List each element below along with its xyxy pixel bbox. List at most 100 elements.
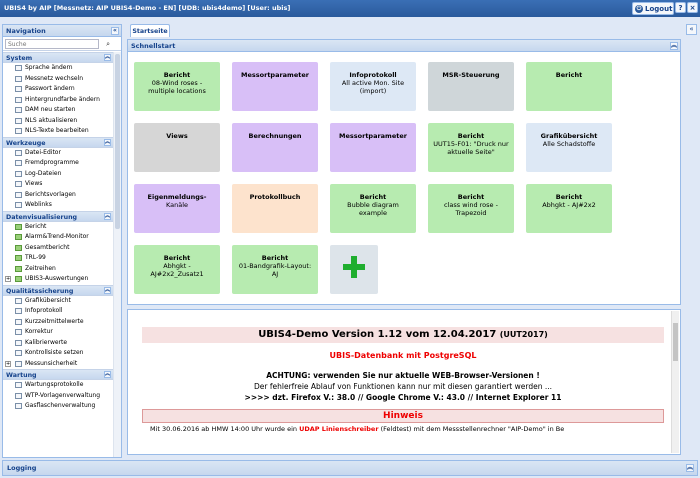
nav-item[interactable]: Zeitreihen xyxy=(3,264,113,275)
info-scrollbar-thumb[interactable] xyxy=(673,323,678,361)
quickstart-tile[interactable]: Messortparameter xyxy=(330,123,416,172)
document-icon xyxy=(15,297,22,304)
nav-item[interactable]: Berichtsvorlagen xyxy=(3,190,113,201)
nav-item[interactable]: Bericht xyxy=(3,222,113,233)
document-icon xyxy=(15,392,22,399)
nav-group-2[interactable]: Datenvisualisierung ︽ xyxy=(3,210,113,222)
collapse-up-icon[interactable]: ︽ xyxy=(670,42,678,50)
collapse-group-icon[interactable]: ︽ xyxy=(104,138,111,146)
expand-icon[interactable]: + xyxy=(5,276,11,282)
quickstart-tile[interactable]: Bericht Bubble diagram example xyxy=(330,184,416,233)
collapse-group-icon[interactable]: ︽ xyxy=(104,212,111,220)
nav-item[interactable]: Wartungsprotokolle xyxy=(3,380,113,391)
warning-line-1: ACHTUNG: verwenden Sie nur aktuelle WEB-… xyxy=(266,371,540,380)
nav-item[interactable]: Sprache ändern xyxy=(3,63,113,74)
nav-item[interactable]: + UBIS3-Auswertungen xyxy=(3,274,113,285)
nav-item[interactable]: Gasflaschenverwaltung xyxy=(3,401,113,412)
nav-item-label: Kontrollsiste setzen xyxy=(25,349,84,356)
quickstart-tile[interactable]: Grafikübersicht Alle Schadstoffe xyxy=(526,123,612,172)
nav-group-0[interactable]: System ︽ xyxy=(3,52,113,63)
scrollbar-thumb[interactable] xyxy=(115,54,120,229)
nav-item[interactable]: DAM neu starten xyxy=(3,105,113,116)
tab-startseite[interactable]: Startseite xyxy=(130,24,170,37)
add-tile-button[interactable] xyxy=(330,245,378,294)
nav-group-3[interactable]: Qualitätssicherung ︽ xyxy=(3,284,113,296)
tile-subtitle: Bubble diagram xyxy=(347,201,399,209)
nav-item[interactable]: Fremdprogramme xyxy=(3,158,113,169)
nav-item[interactable]: Messnetz wechseln xyxy=(3,74,113,85)
nav-item[interactable]: Infoprotokoll xyxy=(3,306,113,317)
nav-item-label: Datei-Editor xyxy=(25,148,61,156)
search-icon[interactable]: ⌕ xyxy=(106,40,110,49)
document-icon xyxy=(15,265,22,272)
nav-item[interactable]: Views xyxy=(3,179,113,190)
document-icon xyxy=(15,117,22,124)
quickstart-tile[interactable]: Bericht Abhgkt - AJ#2x2 xyxy=(526,184,612,233)
quickstart-tile[interactable]: Bericht 08-Wind roses - multiple locations xyxy=(134,62,220,111)
app-title: UBIS4 by AIP [Messnetz: AIP UBIS4-Demo -… xyxy=(4,4,291,12)
nav-group-4[interactable]: Wartung ︽ xyxy=(3,369,113,380)
tile-title: Grafikübersicht xyxy=(540,132,598,140)
nav-group-1[interactable]: Werkzeuge ︽ xyxy=(3,136,113,148)
tile-title: Berechnungen xyxy=(248,132,302,140)
nav-item[interactable]: Grafikübersicht xyxy=(3,296,113,307)
document-icon xyxy=(15,255,22,261)
nav-item[interactable]: Passwort ändern xyxy=(3,84,113,95)
tile-subtitle: (import) xyxy=(359,87,387,95)
nav-item[interactable]: Kurzzeitmittelwerte xyxy=(3,317,113,328)
nav-item[interactable]: Kalibrierwerte xyxy=(3,338,113,349)
navigation-scrollbar[interactable] xyxy=(113,52,121,457)
quickstart-tile[interactable]: Messortparameter xyxy=(232,62,318,111)
collapse-group-icon[interactable]: ︽ xyxy=(104,54,111,61)
nav-item[interactable]: NLS aktualisieren xyxy=(3,116,113,127)
nav-item[interactable]: WTP-Vorlagenverwaltung xyxy=(3,391,113,402)
nav-item[interactable]: Hintergrundfarbe ändern xyxy=(3,95,113,106)
quickstart-tile[interactable]: MSR-Steuerung xyxy=(428,62,514,111)
nav-item[interactable]: Kontrollsiste setzen xyxy=(3,348,113,359)
document-icon xyxy=(15,96,22,103)
help-button[interactable]: ? xyxy=(675,2,686,13)
info-scrollbar[interactable] xyxy=(671,311,679,453)
power-icon: ⏻ xyxy=(635,4,643,13)
collapse-left-icon[interactable]: « xyxy=(111,27,119,35)
quickstart-tile[interactable]: Eigenmeldungs- Kanäle xyxy=(134,184,220,233)
nav-item[interactable]: Alarm&Trend-Monitor xyxy=(3,232,113,243)
close-button[interactable]: × xyxy=(687,2,698,13)
quickstart-tile[interactable]: Protokollbuch xyxy=(232,184,318,233)
quickstart-tile[interactable]: Bericht 01-Bandgrafik-Layout: AJ xyxy=(232,245,318,294)
collapse-group-icon[interactable]: ︽ xyxy=(104,286,111,294)
tile-subtitle: AJ#2x2_Zusatz1 xyxy=(150,270,204,278)
quickstart-tile[interactable]: Berechnungen xyxy=(232,123,318,172)
expand-up-icon[interactable]: ︽ xyxy=(686,464,694,472)
document-icon xyxy=(15,223,22,230)
nav-item[interactable]: Datei-Editor xyxy=(3,148,113,159)
collapse-right-icon[interactable]: « xyxy=(686,24,697,35)
nav-item[interactable]: Gesamtbericht xyxy=(3,243,113,254)
quickstart-tile[interactable]: Views xyxy=(134,123,220,172)
tile-subtitle: Abhgkt - AJ#2x2 xyxy=(542,201,596,209)
nav-item[interactable]: TRL-99 xyxy=(3,253,113,264)
document-icon xyxy=(15,170,22,177)
search-input[interactable] xyxy=(5,39,99,49)
nav-item[interactable]: Log-Dateien xyxy=(3,169,113,180)
expand-icon[interactable]: + xyxy=(5,360,11,367)
quickstart-tile[interactable]: Bericht class wind rose - Trapezoid xyxy=(428,184,514,233)
nav-item[interactable]: Weblinks xyxy=(3,200,113,211)
document-icon xyxy=(15,128,22,134)
nav-item[interactable]: Korrektur xyxy=(3,327,113,338)
quickstart-tile[interactable]: Bericht xyxy=(526,62,612,111)
nav-item-label: Messunsicherheit xyxy=(25,359,78,367)
quickstart-tile[interactable]: Infoprotokoll All active Mon. Site (import… xyxy=(330,62,416,111)
quickstart-tile[interactable]: Bericht UUT15-F01: "Druck nur aktuelle Sei… xyxy=(428,123,514,172)
nav-item-label: Korrektur xyxy=(25,328,53,335)
logout-button[interactable]: ⏻ Logout xyxy=(632,2,674,15)
quickstart-tile[interactable]: Bericht Abhgkt - AJ#2x2_Zusatz1 xyxy=(134,245,220,294)
collapse-group-icon[interactable]: ︽ xyxy=(104,371,111,378)
tile-subtitle: UUT15-F01: "Druck nur xyxy=(433,140,509,148)
quickstart-title: Schnellstart xyxy=(131,42,176,50)
nav-item[interactable]: NLS-Texte bearbeiten xyxy=(3,126,113,137)
nav-item[interactable]: + Messunsicherheit xyxy=(3,359,113,370)
nav-item-label: Kurzzeitmittelwerte xyxy=(25,317,84,325)
hinweis-text-b: (Feldtest) mit dem Messstellenrechner "A… xyxy=(378,425,565,433)
quickstart-panel: Schnellstart ︽ Bericht 08-Wind roses - mul… xyxy=(127,39,681,305)
